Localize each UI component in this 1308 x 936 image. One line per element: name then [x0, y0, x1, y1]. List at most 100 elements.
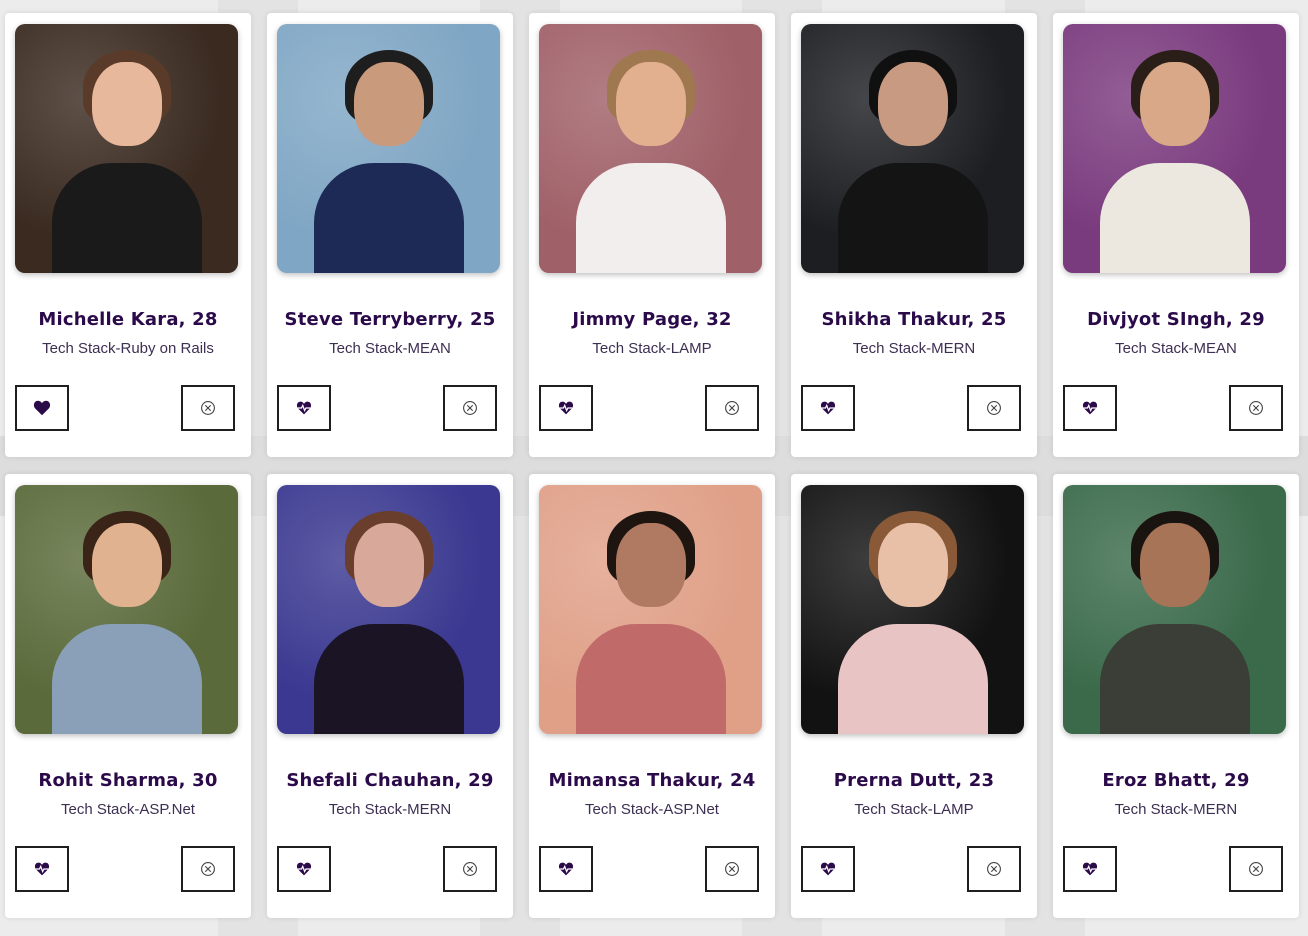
photo-torso — [1099, 624, 1250, 734]
photo-torso — [837, 163, 988, 273]
pass-button[interactable] — [705, 385, 759, 431]
heartbeat-icon — [296, 862, 312, 876]
profile-tech-stack: Tech Stack-MEAN — [1115, 340, 1237, 357]
profile-name: Rohit Sharma, 30 — [38, 770, 218, 791]
profile-photo — [1063, 24, 1286, 273]
photo-face — [1139, 523, 1210, 607]
heartbeat-icon — [34, 862, 50, 876]
photo-torso — [575, 624, 726, 734]
close-circle-icon — [986, 400, 1002, 416]
photo-torso — [313, 163, 464, 273]
photo-torso — [837, 624, 988, 734]
profile-tech-stack: Tech Stack-Ruby on Rails — [42, 340, 214, 357]
close-circle-icon — [200, 861, 216, 877]
profile-name: Mimansa Thakur, 24 — [548, 770, 756, 791]
photo-face — [615, 523, 686, 607]
pass-button[interactable] — [1229, 385, 1283, 431]
profile-card: Prerna Dutt, 23 Tech Stack-LAMP — [791, 474, 1037, 918]
heartbeat-icon — [820, 401, 836, 415]
profile-card: Shefali Chauhan, 29 Tech Stack-MERN — [267, 474, 513, 918]
photo-face — [1139, 62, 1210, 146]
like-button[interactable] — [539, 385, 593, 431]
heartbeat-icon — [1082, 401, 1098, 415]
photo-torso — [575, 163, 726, 273]
profile-tech-stack: Tech Stack-ASP.Net — [585, 801, 719, 818]
profile-photo — [1063, 485, 1286, 734]
profile-photo — [801, 485, 1024, 734]
profile-tech-stack: Tech Stack-ASP.Net — [61, 801, 195, 818]
close-circle-icon — [724, 400, 740, 416]
profile-grid: Michelle Kara, 28 Tech Stack-Ruby on Rai… — [0, 0, 1308, 936]
profile-card: Shikha Thakur, 25 Tech Stack-MERN — [791, 13, 1037, 457]
heartbeat-icon — [558, 862, 574, 876]
like-button[interactable] — [15, 385, 69, 431]
photo-torso — [51, 163, 202, 273]
profile-name: Jimmy Page, 32 — [572, 309, 732, 330]
like-button[interactable] — [539, 846, 593, 892]
photo-face — [353, 523, 424, 607]
photo-face — [353, 62, 424, 146]
heart-icon — [33, 400, 51, 416]
profile-photo — [539, 24, 762, 273]
profile-name: Prerna Dutt, 23 — [833, 770, 995, 791]
heartbeat-icon — [1082, 862, 1098, 876]
profile-tech-stack: Tech Stack-MEAN — [329, 340, 451, 357]
pass-button[interactable] — [705, 846, 759, 892]
profile-tech-stack: Tech Stack-LAMP — [854, 801, 974, 818]
profile-card: Mimansa Thakur, 24 Tech Stack-ASP.Net — [529, 474, 775, 918]
profile-photo — [277, 485, 500, 734]
profile-name: Eroz Bhatt, 29 — [1102, 770, 1250, 791]
profile-name: Shefali Chauhan, 29 — [286, 770, 494, 791]
profile-tech-stack: Tech Stack-LAMP — [592, 340, 712, 357]
heartbeat-icon — [296, 401, 312, 415]
photo-face — [91, 523, 162, 607]
heartbeat-icon — [558, 401, 574, 415]
profile-tech-stack: Tech Stack-MERN — [852, 340, 976, 357]
close-circle-icon — [200, 400, 216, 416]
pass-button[interactable] — [181, 846, 235, 892]
pass-button[interactable] — [443, 846, 497, 892]
pass-button[interactable] — [967, 385, 1021, 431]
photo-face — [615, 62, 686, 146]
profile-card: Divjyot SIngh, 29 Tech Stack-MEAN — [1053, 13, 1299, 457]
like-button[interactable] — [801, 846, 855, 892]
like-button[interactable] — [277, 385, 331, 431]
close-circle-icon — [724, 861, 740, 877]
heartbeat-icon — [820, 862, 836, 876]
pass-button[interactable] — [443, 385, 497, 431]
close-circle-icon — [462, 861, 478, 877]
profile-photo — [801, 24, 1024, 273]
profile-photo — [15, 485, 238, 734]
like-button[interactable] — [801, 385, 855, 431]
photo-face — [877, 523, 948, 607]
profile-card: Steve Terryberry, 25 Tech Stack-MEAN — [267, 13, 513, 457]
photo-torso — [1099, 163, 1250, 273]
close-circle-icon — [462, 400, 478, 416]
profile-photo — [277, 24, 500, 273]
close-circle-icon — [1248, 861, 1264, 877]
pass-button[interactable] — [181, 385, 235, 431]
photo-face — [877, 62, 948, 146]
like-button[interactable] — [15, 846, 69, 892]
photo-face — [91, 62, 162, 146]
photo-torso — [51, 624, 202, 734]
profile-photo — [539, 485, 762, 734]
profile-photo — [15, 24, 238, 273]
like-button[interactable] — [1063, 385, 1117, 431]
close-circle-icon — [1248, 400, 1264, 416]
like-button[interactable] — [277, 846, 331, 892]
pass-button[interactable] — [1229, 846, 1283, 892]
profile-name: Shikha Thakur, 25 — [821, 309, 1007, 330]
like-button[interactable] — [1063, 846, 1117, 892]
profile-card: Eroz Bhatt, 29 Tech Stack-MERN — [1053, 474, 1299, 918]
profile-card: Rohit Sharma, 30 Tech Stack-ASP.Net — [5, 474, 251, 918]
profile-name: Divjyot SIngh, 29 — [1087, 309, 1265, 330]
pass-button[interactable] — [967, 846, 1021, 892]
profile-name: Steve Terryberry, 25 — [284, 309, 496, 330]
profile-card: Michelle Kara, 28 Tech Stack-Ruby on Rai… — [5, 13, 251, 457]
profile-card: Jimmy Page, 32 Tech Stack-LAMP — [529, 13, 775, 457]
photo-torso — [313, 624, 464, 734]
profile-tech-stack: Tech Stack-MERN — [1114, 801, 1238, 818]
profile-tech-stack: Tech Stack-MERN — [328, 801, 452, 818]
profile-name: Michelle Kara, 28 — [38, 309, 218, 330]
